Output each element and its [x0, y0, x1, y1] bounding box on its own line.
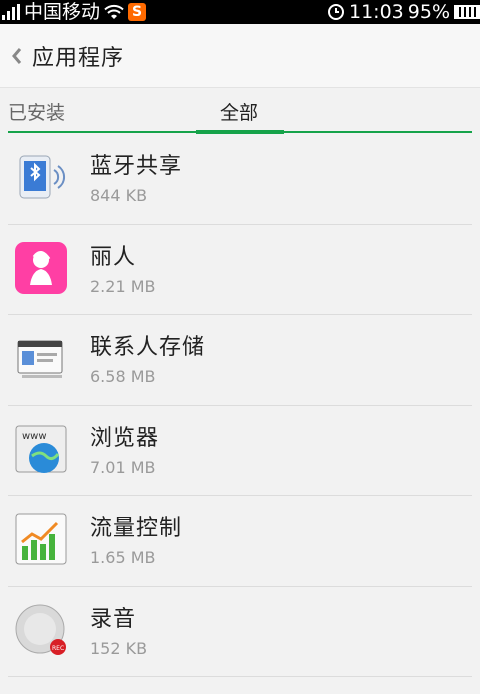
list-item[interactable]: www 浏览器 7.01 MB [0, 406, 480, 496]
time-label: 11:03 [349, 1, 404, 23]
browser-icon: www [15, 425, 67, 473]
app-name: 流量控制 [90, 516, 183, 541]
signal-icon [2, 4, 20, 20]
battery-label: 95% [407, 1, 450, 23]
app-size: 152 KB [90, 638, 148, 658]
divider [8, 676, 472, 677]
app-name: 丽人 [90, 244, 137, 270]
chevron-left-icon [12, 47, 22, 64]
app-name: 联系人存储 [90, 335, 206, 360]
contacts-storage-icon [17, 340, 63, 378]
app-list: 蓝牙共享 844 KB 丽人 2.21 MB 联系人存储 6.58 MB www… [0, 134, 480, 677]
app-size: 7.01 MB [90, 457, 156, 477]
svg-text:REC: REC [52, 645, 64, 652]
back-button[interactable] [2, 24, 32, 88]
carrier-label: 中国移动 [24, 1, 101, 23]
notification-app-icon: S [128, 3, 147, 21]
list-item[interactable]: 丽人 2.21 MB [0, 225, 480, 315]
liren-icon [15, 241, 67, 294]
traffic-control-icon [15, 513, 67, 565]
tab-installed[interactable]: 已安装 [8, 98, 65, 125]
app-size: 1.65 MB [90, 548, 156, 567]
svg-text:www: www [22, 431, 47, 442]
app-size: 844 KB [90, 186, 148, 205]
app-name: 蓝牙共享 [90, 154, 183, 179]
app-size: 2.21 MB [90, 276, 156, 296]
app-name: 录音 [90, 606, 137, 632]
wifi-icon [104, 4, 124, 19]
tab-all[interactable]: 全部 [220, 98, 258, 125]
status-bar: 中国移动 S 11:03 95% [0, 0, 480, 24]
list-item[interactable]: 流量控制 1.65 MB [0, 496, 480, 587]
list-item[interactable]: REC 录音 152 KB [0, 587, 480, 677]
app-header: 应用程序 [0, 24, 480, 88]
app-size: 6.58 MB [90, 367, 156, 386]
recorder-icon: REC [15, 604, 66, 655]
tab-bar: 已安装 全部 [0, 88, 480, 134]
page-title: 应用程序 [32, 45, 125, 71]
list-item[interactable]: 联系人存储 6.58 MB [0, 315, 480, 406]
battery-icon [454, 5, 480, 19]
alarm-icon [328, 4, 344, 20]
app-name: 浏览器 [90, 425, 160, 451]
bluetooth-share-icon [19, 155, 65, 199]
list-item[interactable]: 蓝牙共享 844 KB [0, 134, 480, 225]
